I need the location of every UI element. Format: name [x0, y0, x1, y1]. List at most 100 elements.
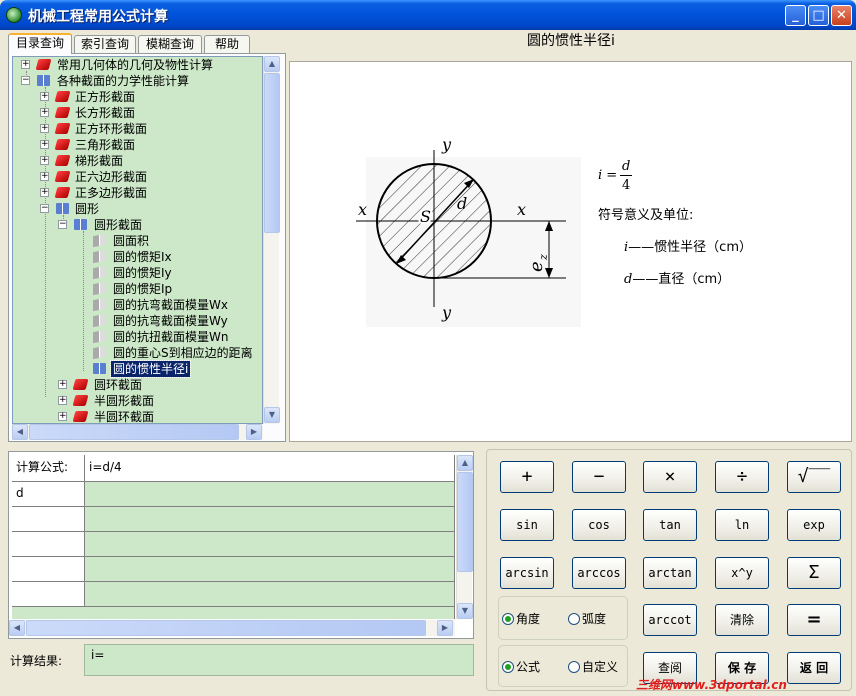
result-label: 计算结果:: [10, 654, 63, 668]
radio-selected-icon: [502, 661, 514, 673]
tree-node-label: 圆的惯矩Iy: [113, 266, 172, 280]
equals-button[interactable]: =: [787, 604, 841, 636]
tree-node-label: 圆的惯矩Ip: [113, 282, 173, 296]
formula-radio[interactable]: 公式: [502, 660, 540, 674]
symbol-row: i——惯性半径（cm）: [624, 236, 752, 255]
tree-node-label: 圆的惯矩Ix: [113, 250, 172, 264]
arcsin-button[interactable]: arcsin: [500, 557, 554, 589]
grid-overflow-row: [12, 607, 455, 619]
divide-button[interactable]: ÷: [715, 461, 769, 493]
x-axis-right-label: x: [517, 200, 526, 219]
scroll-right-icon[interactable]: ▶: [246, 424, 262, 440]
scroll-thumb[interactable]: [457, 472, 473, 572]
formula-expression: i=d/4: [85, 455, 455, 482]
formula-radio-label: 公式: [516, 660, 541, 674]
formula-tree[interactable]: + 常用几何体的几何及物性计算 − 各种截面的力学性能计算 + 正方形截面 + …: [12, 56, 263, 424]
symbol-row: d——直径（cm）: [624, 268, 730, 287]
scroll-left-icon[interactable]: ◀: [12, 424, 28, 440]
cos-button[interactable]: cos: [572, 509, 626, 541]
tab-directory[interactable]: 目录查询: [8, 33, 72, 54]
tree-node-label: 正方形截面: [75, 90, 136, 104]
ln-button[interactable]: ln: [715, 509, 769, 541]
tree-node-label: 半圆环截面: [94, 410, 155, 424]
y-axis-bottom-label: y: [441, 303, 452, 322]
variable-grid: 计算公式: i=d/4 d ▲ ▼ ◀ ▶: [8, 451, 474, 639]
tree-node-label: 正多边形截面: [75, 186, 148, 200]
arccot-button[interactable]: arccot: [643, 604, 697, 636]
variable-value-input[interactable]: [85, 482, 455, 507]
circle-section-diagram: x x y y S S d e z: [356, 135, 581, 327]
radian-radio-label: 弧度: [582, 612, 607, 626]
tree-node-label: 长方形截面: [75, 106, 136, 120]
variable-name-cell: [12, 532, 85, 557]
arctan-button[interactable]: arctan: [643, 557, 697, 589]
scroll-up-icon[interactable]: ▲: [264, 56, 280, 72]
clear-button[interactable]: 清除: [715, 604, 769, 636]
scroll-right-icon[interactable]: ▶: [437, 620, 453, 636]
scroll-thumb[interactable]: [26, 620, 426, 636]
tree-node-label: 常用几何体的几何及物性计算: [57, 58, 214, 72]
exp-button[interactable]: exp: [787, 509, 841, 541]
variable-name-cell: [12, 557, 85, 582]
tree-node-label: 圆的惯性半径i: [109, 360, 192, 378]
sum-button[interactable]: Σ: [787, 557, 841, 589]
formula-lhs: i =: [598, 168, 618, 183]
degree-radio[interactable]: 角度: [502, 612, 540, 626]
tab-index[interactable]: 索引查询: [74, 35, 136, 53]
tree-node-label: 圆的重心S到相应边的距离: [113, 346, 253, 360]
power-button[interactable]: x^y: [715, 557, 769, 589]
return-button[interactable]: 返 回: [787, 652, 841, 684]
scroll-up-icon[interactable]: ▲: [457, 455, 473, 471]
radian-radio[interactable]: 弧度: [568, 612, 606, 626]
formula-denominator: 4: [622, 178, 631, 193]
tree-vertical-scrollbar[interactable]: ▲ ▼: [263, 56, 280, 424]
radio-unselected-icon: [568, 613, 580, 625]
scroll-thumb[interactable]: [29, 424, 239, 440]
arccos-button[interactable]: arccos: [572, 557, 626, 589]
symbol-desc: ——直径（cm）: [632, 272, 731, 287]
radio-selected-icon: [502, 613, 514, 625]
tree-node-label: 正方环形截面: [75, 122, 148, 136]
tan-button[interactable]: tan: [643, 509, 697, 541]
multiply-button[interactable]: ×: [643, 461, 697, 493]
add-button[interactable]: +: [500, 461, 554, 493]
x-axis-left-label: x: [358, 200, 367, 219]
formula-title: 圆的惯性半径i: [527, 33, 615, 49]
window-title: 机械工程常用公式计算: [28, 9, 168, 25]
sqrt-button[interactable]: √‾‾: [787, 461, 841, 493]
scroll-down-icon[interactable]: ▼: [264, 407, 280, 423]
minimize-button[interactable]: _: [785, 5, 806, 26]
custom-radio[interactable]: 自定义: [568, 660, 618, 674]
tree-node-label: 圆形: [75, 202, 100, 216]
subtract-button[interactable]: −: [572, 461, 626, 493]
variable-value-input[interactable]: [85, 557, 455, 582]
scroll-left-icon[interactable]: ◀: [9, 620, 25, 636]
tree-node-label: 半圆形截面: [94, 394, 155, 408]
centroid-label: S: [420, 207, 431, 226]
tree-node-label: 圆的抗扭截面模量Wn: [113, 330, 229, 344]
variable-name-cell: [12, 507, 85, 532]
grid-vertical-scrollbar[interactable]: ▲ ▼: [456, 455, 473, 619]
sin-button[interactable]: sin: [500, 509, 554, 541]
scroll-thumb[interactable]: [264, 73, 280, 233]
variable-value-input[interactable]: [85, 582, 455, 607]
formula-label: 计算公式:: [12, 455, 85, 482]
tree-node-label: 各种截面的力学性能计算: [57, 74, 190, 88]
ez-subscript: z: [537, 254, 550, 261]
variable-name-cell: [12, 582, 85, 607]
app-icon: [6, 7, 22, 23]
variable-value-input[interactable]: [85, 507, 455, 532]
tab-help[interactable]: 帮助: [204, 35, 250, 53]
grid-horizontal-scrollbar[interactable]: ◀ ▶: [9, 620, 455, 636]
scroll-down-icon[interactable]: ▼: [457, 603, 473, 619]
diameter-label: d: [457, 194, 467, 213]
radio-unselected-icon: [568, 661, 580, 673]
tab-fuzzy[interactable]: 模糊查询: [138, 35, 202, 53]
y-axis-top-label: y: [441, 135, 452, 154]
tree-node-label: 三角形截面: [75, 138, 136, 152]
maximize-button[interactable]: □: [808, 5, 829, 26]
close-button[interactable]: ✕: [831, 5, 852, 26]
tree-node-label: 圆环截面: [94, 378, 143, 392]
variable-value-input[interactable]: [85, 532, 455, 557]
tree-horizontal-scrollbar[interactable]: ◀ ▶: [12, 424, 263, 440]
